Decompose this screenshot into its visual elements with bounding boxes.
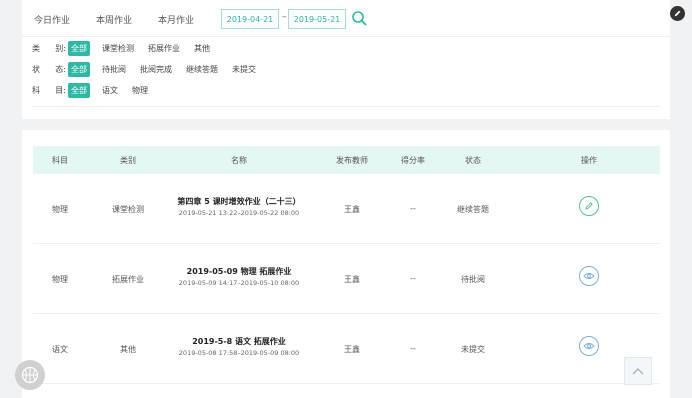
status-option-not-submitted[interactable]: 未提交 (232, 64, 256, 75)
row-category: 拓展作业 (112, 275, 144, 284)
date-separator: – (282, 12, 287, 22)
filter-divider (22, 36, 670, 37)
pencil-icon (585, 202, 593, 210)
filter-row-subject: 科目: 全部 语文 物理 (32, 83, 162, 98)
row-subject: 物理 (52, 205, 68, 214)
subject-option-all[interactable]: 全部 (68, 83, 90, 98)
homework-table: 科目 类别 名称 发布教师 得分率 状态 操作 物理 课堂检测 第四章 5 课时… (22, 130, 670, 398)
status-option-pending[interactable]: 待批阅 (102, 64, 126, 75)
row-teacher: 王鑫 (344, 205, 360, 214)
table-row: 物理 拓展作业 2019-05-09 物理 拓展作业 2019-05-09 14… (33, 244, 660, 314)
header-name: 名称 (231, 156, 247, 165)
row-score: -- (410, 204, 416, 213)
category-option-other[interactable]: 其他 (194, 43, 210, 54)
row-time: 2019-05-09 14:17–2019-05-10 08:00 (178, 279, 300, 287)
row-time: 2019-05-08 17:58–2019-05-09 08:00 (178, 349, 300, 357)
header-category: 类别 (120, 156, 136, 165)
subject-option-physics[interactable]: 物理 (132, 85, 148, 96)
tab-month[interactable]: 本月作业 (158, 13, 194, 26)
edit-button[interactable] (579, 196, 599, 216)
row-category: 课堂检测 (112, 205, 144, 214)
header-score-rate: 得分率 (401, 156, 425, 165)
table-row: 语文 其他 2019-5-8 语文 拓展作业 2019-05-08 17:58–… (33, 314, 660, 384)
eye-icon (583, 273, 595, 279)
header-action: 操作 (581, 156, 597, 165)
chevron-up-icon (632, 368, 644, 375)
filter-bottom-divider (32, 106, 660, 107)
row-title[interactable]: 2019-05-09 物理 拓展作业 (187, 266, 292, 277)
eye-icon (583, 343, 595, 349)
end-date-input[interactable]: 2019-05-21 (288, 9, 346, 29)
view-button[interactable] (579, 266, 599, 286)
row-category: 其他 (120, 345, 136, 354)
pencil-icon (674, 10, 681, 17)
row-title[interactable]: 2019-5-8 语文 拓展作业 (192, 336, 286, 347)
filter-label-status: 状态: (32, 65, 66, 74)
row-time: 2019-05-21 13:22–2019-05-22 08:00 (178, 209, 300, 217)
status-option-all[interactable]: 全部 (68, 62, 90, 77)
basketball-icon (21, 366, 39, 384)
header-teacher: 发布教师 (336, 156, 368, 165)
table-row: 物理 课堂检测 第四章 5 课时增效作业（二十三） 2019-05-21 13:… (33, 174, 660, 244)
search-icon[interactable] (351, 10, 367, 26)
row-subject: 语文 (52, 345, 68, 354)
row-teacher: 王鑫 (344, 275, 360, 284)
row-status: 继续答题 (457, 205, 489, 214)
filter-row-status: 状态: 全部 待批阅 批阅完成 继续答题 未提交 (32, 62, 270, 77)
row-status: 待批阅 (461, 275, 485, 284)
row-score: -- (410, 344, 416, 353)
category-option-class-test[interactable]: 课堂检测 (102, 43, 134, 54)
start-date-input[interactable]: 2019-04-21 (221, 9, 279, 29)
status-option-reviewed[interactable]: 批阅完成 (140, 64, 172, 75)
status-option-continue[interactable]: 继续答题 (186, 64, 218, 75)
filter-label-category: 类别: (32, 44, 66, 53)
range-tabs: 今日作业 本周作业 本月作业 (34, 13, 194, 26)
row-title[interactable]: 第四章 5 课时增效作业（二十三） (177, 196, 300, 207)
row-score: -- (410, 274, 416, 283)
row-status: 未提交 (461, 345, 485, 354)
view-button[interactable] (579, 336, 599, 356)
basketball-button[interactable] (15, 360, 45, 390)
tab-today[interactable]: 今日作业 (34, 13, 70, 26)
row-teacher: 王鑫 (344, 345, 360, 354)
scroll-to-top-button[interactable] (624, 357, 652, 385)
filter-label-subject: 科目: (32, 86, 66, 95)
subject-option-chinese[interactable]: 语文 (102, 85, 118, 96)
table-header: 科目 类别 名称 发布教师 得分率 状态 操作 (33, 146, 660, 174)
header-status: 状态 (465, 156, 481, 165)
edit-icon[interactable] (670, 6, 685, 21)
category-option-all[interactable]: 全部 (68, 41, 90, 56)
filter-row-category: 类别: 全部 课堂检测 拓展作业 其他 (32, 41, 224, 56)
category-option-extension[interactable]: 拓展作业 (148, 43, 180, 54)
row-subject: 物理 (52, 275, 68, 284)
tab-week[interactable]: 本周作业 (96, 13, 132, 26)
filter-panel: 今日作业 本周作业 本月作业 2019-04-21 – 2019-05-21 类… (22, 0, 670, 119)
header-subject: 科目 (52, 156, 68, 165)
